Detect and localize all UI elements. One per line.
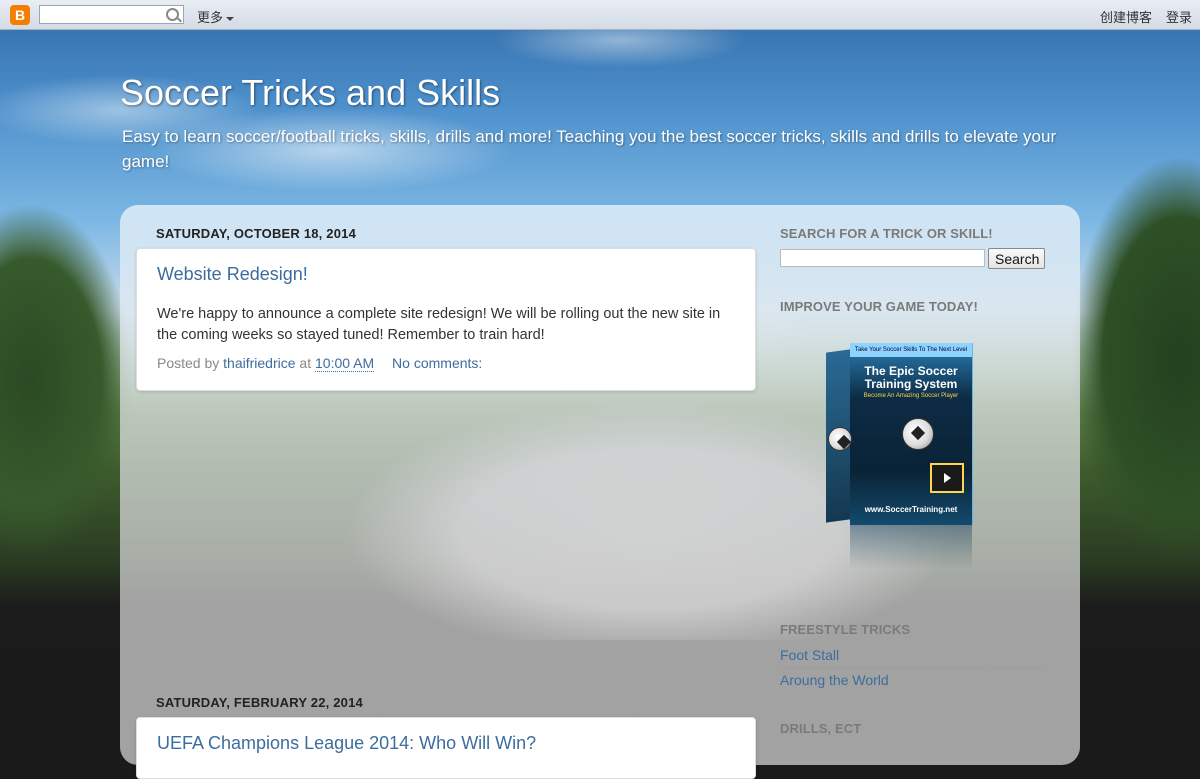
video-play-icon (930, 463, 964, 493)
post-author-link[interactable]: thaifriedrice (223, 355, 295, 371)
freestyle-link-list: Foot Stall Aroung the World (780, 643, 1045, 692)
freestyle-widget-title: FREESTYLE TRICKS (780, 622, 911, 637)
training-system-product-image[interactable]: Take Your Soccer Skills To The Next Leve… (800, 335, 1000, 575)
blogger-navbar: B 更多 创建博客 登录 (0, 0, 1200, 30)
drills-widget-title: DRILLS, ECT (780, 721, 862, 736)
post-comments-link[interactable]: No comments: (392, 355, 482, 371)
post-body: We're happy to announce a complete site … (157, 306, 721, 343)
product-box-subtitle: Become An Amazing Soccer Player (863, 393, 959, 399)
create-blog-link[interactable]: 创建博客 (1100, 7, 1152, 26)
product-box-title: The Epic Soccer Training System (864, 364, 958, 391)
post-time-link[interactable]: 10:00 AM (315, 355, 375, 372)
search-button[interactable]: Search (988, 248, 1045, 269)
posted-by-label: Posted by (157, 355, 220, 371)
sidebar-link-around-the-world[interactable]: Aroung the World (780, 668, 1045, 692)
background-trees-left (0, 160, 140, 600)
sidebar-link-foot-stall[interactable]: Foot Stall (780, 643, 1045, 668)
post-title-link[interactable]: Website Redesign! (157, 264, 308, 285)
blogger-logo-icon[interactable]: B (10, 5, 30, 25)
post-card: Website Redesign! We're happy to announc… (136, 248, 756, 391)
search-widget-title: SEARCH FOR A TRICK OR SKILL! (780, 226, 993, 241)
login-link[interactable]: 登录 (1166, 7, 1192, 26)
chevron-down-icon (226, 16, 235, 21)
post-title-link[interactable]: UEFA Champions League 2014: Who Will Win… (157, 733, 536, 754)
post-footer: Posted by thaifriedrice at 10:00 AM No c… (157, 355, 482, 372)
blog-description: Easy to learn soccer/football tricks, sk… (122, 127, 1057, 171)
post-card: UEFA Champions League 2014: Who Will Win… (136, 717, 756, 779)
navbar-more-label: 更多 (197, 10, 224, 25)
soccer-ball-icon (828, 427, 852, 451)
post-date-header: SATURDAY, OCTOBER 18, 2014 (156, 226, 357, 241)
post-date-header: SATURDAY, FEBRUARY 22, 2014 (156, 695, 363, 710)
product-box-front: Take Your Soccer Skills To The Next Leve… (850, 343, 973, 525)
promo-widget-title: IMPROVE YOUR GAME TODAY! (780, 299, 978, 314)
product-box-reflection (850, 525, 972, 569)
at-label: at (299, 355, 312, 371)
blog-title[interactable]: Soccer Tricks and Skills (120, 72, 500, 114)
soccer-ball-icon (902, 418, 934, 450)
navbar-more-menu[interactable]: 更多 (197, 7, 235, 26)
product-box-tagline: Take Your Soccer Skills To The Next Leve… (850, 343, 972, 357)
sidebar-search-input[interactable] (780, 249, 985, 267)
search-icon[interactable] (166, 8, 179, 21)
navbar-search-input[interactable] (39, 5, 184, 24)
product-box-url: www.SoccerTraining.net (864, 505, 958, 514)
